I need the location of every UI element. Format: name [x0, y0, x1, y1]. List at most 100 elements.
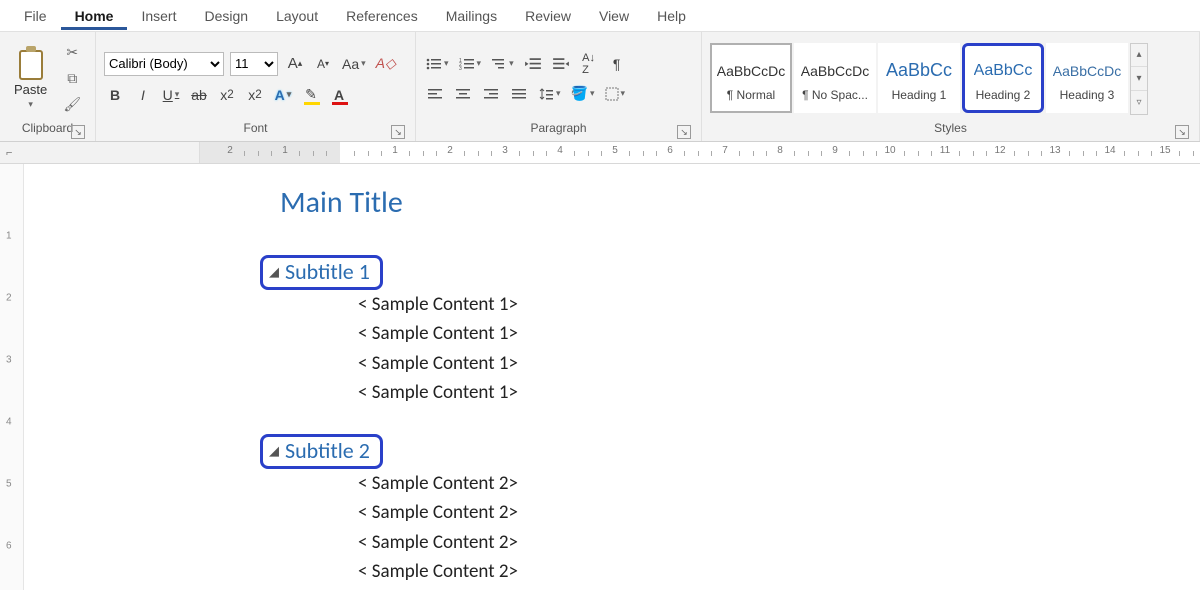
- horizontal-ruler[interactable]: 21123456789101112131415: [200, 142, 1200, 163]
- styles-expand-icon[interactable]: ▿: [1131, 91, 1147, 114]
- tab-layout[interactable]: Layout: [262, 2, 332, 29]
- underline-button[interactable]: U: [160, 84, 182, 106]
- styles-gallery-scroll: ▴ ▾ ▿: [1130, 43, 1148, 115]
- align-right-button[interactable]: [480, 83, 502, 105]
- svg-text:3: 3: [459, 66, 462, 71]
- multilevel-list-button[interactable]: [489, 53, 516, 75]
- clipboard-launcher-icon[interactable]: ↘: [71, 125, 85, 139]
- align-center-button[interactable]: [452, 83, 474, 105]
- styles-scroll-up-icon[interactable]: ▴: [1131, 44, 1147, 68]
- group-paragraph-label: Paragraph ↘: [424, 119, 693, 141]
- group-styles: AaBbCcDc ¶ Normal AaBbCcDc ¶ No Spac... …: [702, 32, 1200, 141]
- style-sample: AaBbCcDc: [717, 54, 785, 88]
- clipboard-icon: [15, 48, 47, 80]
- content-line[interactable]: < Sample Content 1>: [358, 378, 1100, 407]
- style-heading-3[interactable]: AaBbCcDc Heading 3: [1046, 43, 1128, 113]
- group-clipboard: Paste ▾ ✂ ⧉ 🖌 Clipboard ↘: [0, 32, 96, 141]
- decrease-font-icon[interactable]: A▾: [312, 53, 334, 75]
- collapse-icon[interactable]: ◢: [269, 265, 279, 280]
- content-line[interactable]: < Sample Content 1>: [358, 349, 1100, 378]
- paragraph-launcher-icon[interactable]: ↘: [677, 125, 691, 139]
- style-heading-2[interactable]: AaBbCc Heading 2: [962, 43, 1044, 113]
- sort-button[interactable]: A↓Z: [578, 53, 600, 75]
- font-launcher-icon[interactable]: ↘: [391, 125, 405, 139]
- tab-file[interactable]: File: [10, 2, 61, 29]
- subtitle-text[interactable]: Subtitle 2: [285, 437, 370, 464]
- style-sample: AaBbCcDc: [801, 54, 869, 88]
- borders-button[interactable]: [603, 83, 628, 105]
- bold-button[interactable]: B: [104, 84, 126, 106]
- text-effects-button[interactable]: A: [272, 84, 294, 106]
- shading-button[interactable]: 🪣: [569, 83, 597, 105]
- subtitle-text[interactable]: Subtitle 1: [285, 258, 370, 285]
- ribbon: Paste ▾ ✂ ⧉ 🖌 Clipboard ↘ Calibri (Body): [0, 32, 1200, 142]
- content-line[interactable]: < Sample Content 2>: [358, 557, 1100, 586]
- group-paragraph: 123 A↓Z ¶: [416, 32, 702, 141]
- numbering-button[interactable]: 123: [457, 53, 484, 75]
- increase-font-icon[interactable]: A▴: [284, 53, 306, 75]
- style-no-spacing[interactable]: AaBbCcDc ¶ No Spac...: [794, 43, 876, 113]
- content-line[interactable]: < Sample Content 1>: [358, 319, 1100, 348]
- superscript-button[interactable]: x2: [244, 84, 266, 106]
- tab-review[interactable]: Review: [511, 2, 585, 29]
- collapse-icon[interactable]: ◢: [269, 444, 279, 459]
- subtitle-2[interactable]: ◢ Subtitle 2: [260, 434, 383, 469]
- content-line[interactable]: < Sample Content 1>: [358, 290, 1100, 319]
- tab-view[interactable]: View: [585, 2, 643, 29]
- change-case-button[interactable]: Aa: [340, 53, 368, 75]
- italic-button[interactable]: I: [132, 84, 154, 106]
- content-line[interactable]: < Sample Content 2>: [358, 469, 1100, 498]
- section-2: ◢ Subtitle 2 < Sample Content 2> < Sampl…: [280, 434, 1100, 587]
- style-normal[interactable]: AaBbCcDc ¶ Normal: [710, 43, 792, 113]
- ruler-corner: ⌐: [0, 142, 200, 163]
- style-name-label: ¶ No Spac...: [802, 88, 868, 102]
- group-styles-label: Styles ↘: [710, 119, 1191, 141]
- paste-button[interactable]: Paste ▾: [8, 48, 53, 110]
- line-spacing-button[interactable]: [536, 83, 563, 105]
- style-name-label: ¶ Normal: [727, 88, 775, 102]
- group-font-label: Font ↘: [104, 119, 407, 141]
- font-size-select[interactable]: 11: [230, 52, 278, 76]
- decrease-indent-button[interactable]: [522, 53, 544, 75]
- tab-design[interactable]: Design: [190, 2, 262, 29]
- align-left-button[interactable]: [424, 83, 446, 105]
- format-painter-icon[interactable]: 🖌: [63, 96, 81, 114]
- document-page[interactable]: Main Title ◢ Subtitle 1 < Sample Content…: [200, 164, 1180, 590]
- styles-launcher-icon[interactable]: ↘: [1175, 125, 1189, 139]
- style-heading-1[interactable]: AaBbCc Heading 1: [878, 43, 960, 113]
- style-name-label: Heading 2: [976, 88, 1031, 102]
- font-name-select[interactable]: Calibri (Body): [104, 52, 224, 76]
- strikethrough-button[interactable]: ab: [188, 84, 210, 106]
- content-line[interactable]: < Sample Content 2>: [358, 528, 1100, 557]
- style-sample: AaBbCcDc: [1053, 54, 1121, 88]
- tab-mailings[interactable]: Mailings: [432, 2, 511, 29]
- group-font: Calibri (Body) 11 A▴ A▾ Aa A◇ B I U ab x…: [96, 32, 416, 141]
- workspace: 123456 Main Title ◢ Subtitle 1 < Sample …: [0, 164, 1200, 590]
- tab-insert[interactable]: Insert: [127, 2, 190, 29]
- justify-button[interactable]: [508, 83, 530, 105]
- clear-formatting-icon[interactable]: A◇: [374, 53, 398, 75]
- menu-tabs: File Home Insert Design Layout Reference…: [0, 0, 1200, 32]
- copy-icon[interactable]: ⧉: [63, 70, 81, 88]
- document-title[interactable]: Main Title: [280, 184, 1100, 221]
- tab-references[interactable]: References: [332, 2, 432, 29]
- style-name-label: Heading 3: [1060, 88, 1115, 102]
- paste-label: Paste: [14, 82, 47, 97]
- bullets-button[interactable]: [424, 53, 451, 75]
- increase-indent-button[interactable]: [550, 53, 572, 75]
- tab-home[interactable]: Home: [61, 2, 128, 30]
- vertical-ruler[interactable]: 123456: [0, 164, 24, 590]
- style-sample: AaBbCc: [886, 54, 952, 88]
- styles-scroll-down-icon[interactable]: ▾: [1131, 67, 1147, 91]
- content-line[interactable]: < Sample Content 2>: [358, 498, 1100, 527]
- show-paragraph-marks-button[interactable]: ¶: [606, 53, 628, 75]
- subscript-button[interactable]: x2: [216, 84, 238, 106]
- cut-icon[interactable]: ✂: [63, 44, 81, 62]
- page-wrap: Main Title ◢ Subtitle 1 < Sample Content…: [24, 164, 1200, 590]
- subtitle-1[interactable]: ◢ Subtitle 1: [260, 255, 383, 290]
- ruler-row: ⌐ 21123456789101112131415: [0, 142, 1200, 164]
- highlight-button[interactable]: ✎: [300, 84, 322, 106]
- tab-help[interactable]: Help: [643, 2, 700, 29]
- font-color-button[interactable]: A: [328, 84, 350, 106]
- style-name-label: Heading 1: [892, 88, 947, 102]
